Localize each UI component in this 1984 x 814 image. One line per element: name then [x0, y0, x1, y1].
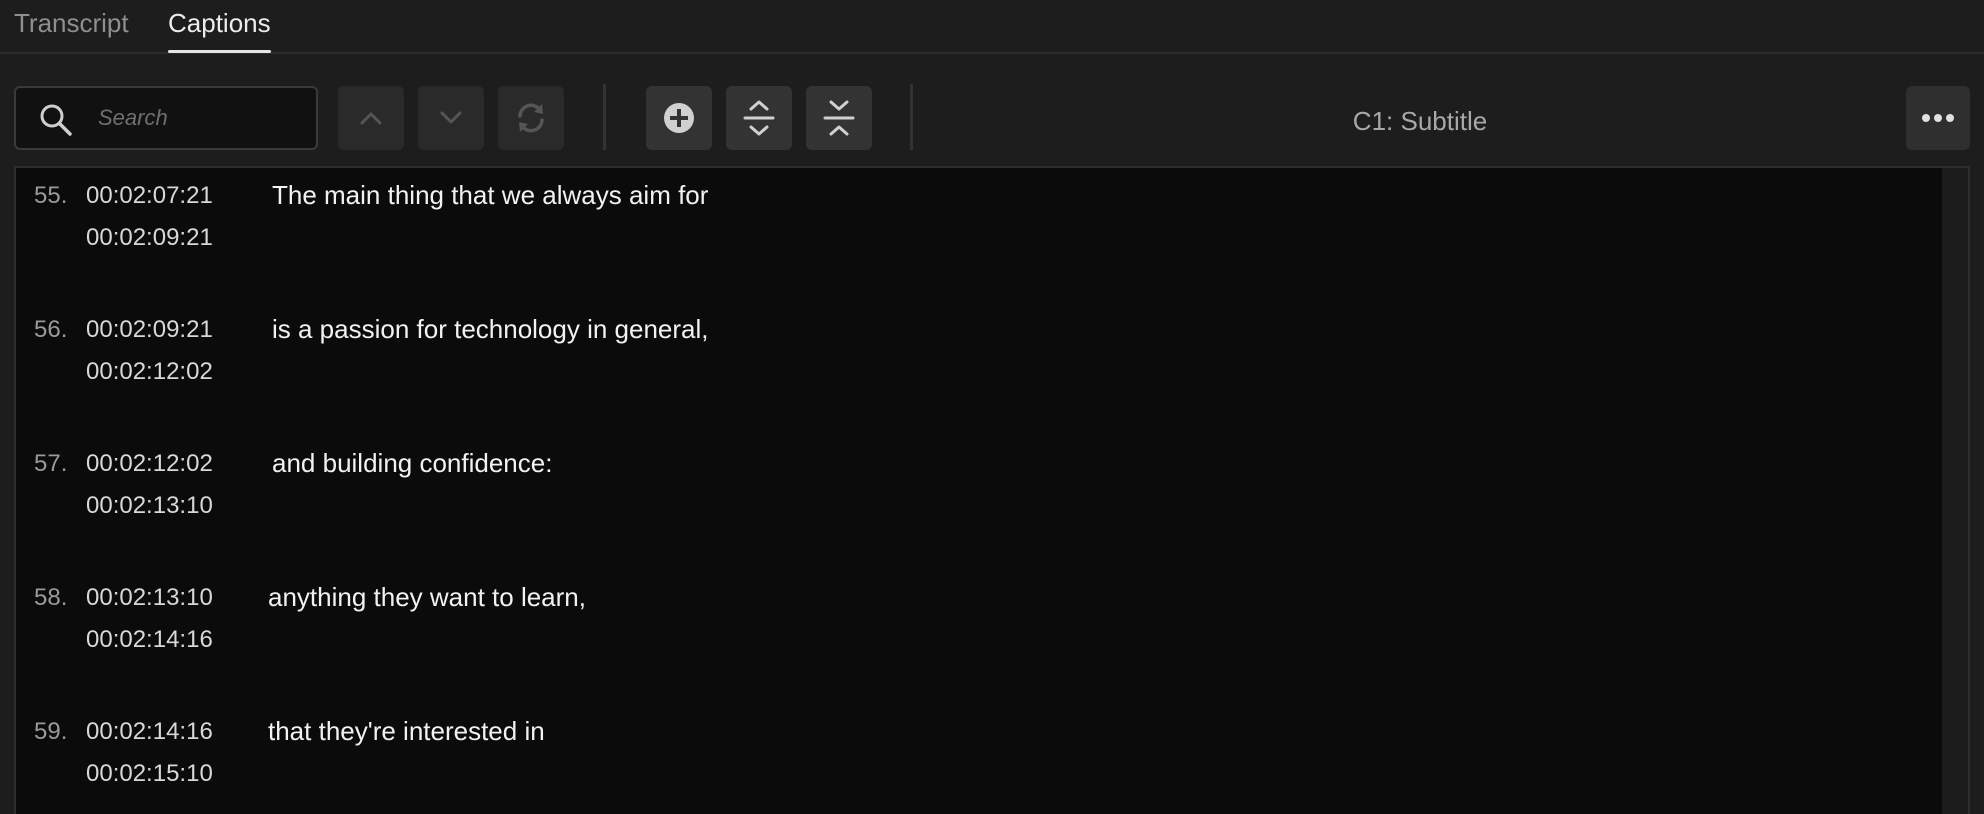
captions-toolbar: C1: Subtitle: [0, 54, 1984, 166]
add-caption-button[interactable]: [646, 86, 712, 150]
caption-out-time[interactable]: 00:02:14:16: [86, 626, 213, 654]
more-icon: [1922, 114, 1954, 122]
caption-in-time[interactable]: 00:02:09:21: [86, 316, 213, 344]
caption-row[interactable]: 55. 00:02:07:21 00:02:09:21 The main thi…: [16, 168, 1936, 302]
caption-number: 56.: [34, 316, 68, 343]
tab-captions[interactable]: Captions: [168, 8, 271, 53]
caption-row[interactable]: 59. 00:02:14:16 00:02:15:10 that they're…: [16, 704, 1936, 814]
caption-in-time[interactable]: 00:02:07:21: [86, 182, 213, 210]
tab-transcript[interactable]: Transcript: [14, 8, 129, 52]
next-result-button[interactable]: [418, 86, 484, 150]
vertical-scrollbar[interactable]: [1942, 168, 1968, 814]
caption-text[interactable]: and building confidence:: [272, 448, 552, 479]
caption-track-label: C1: Subtitle: [1352, 106, 1488, 136]
caption-number: 58.: [34, 584, 68, 611]
caption-row[interactable]: 56. 00:02:09:21 00:02:12:02 is a passion…: [16, 302, 1936, 436]
caption-row[interactable]: 57. 00:02:12:02 00:02:13:10 and building…: [16, 436, 1936, 570]
search-input[interactable]: [98, 98, 308, 138]
add-circle-icon: [664, 103, 694, 133]
refresh-icon: [518, 103, 544, 133]
caption-number: 55.: [34, 182, 68, 209]
caption-list: 55. 00:02:07:21 00:02:09:21 The main thi…: [14, 166, 1970, 814]
caption-number: 59.: [34, 718, 68, 745]
caption-out-time[interactable]: 00:02:09:21: [86, 224, 213, 252]
tab-bar: Transcript Captions: [0, 0, 1984, 54]
caption-number: 57.: [34, 450, 68, 477]
split-caption-button[interactable]: [726, 86, 792, 150]
chevron-up-icon: [360, 112, 382, 125]
search-icon: [40, 104, 72, 136]
merge-captions-button[interactable]: [806, 86, 872, 150]
caption-out-time[interactable]: 00:02:12:02: [86, 358, 213, 386]
caption-in-time[interactable]: 00:02:14:16: [86, 718, 213, 746]
search-box[interactable]: [14, 86, 318, 150]
caption-text[interactable]: that they're interested in: [268, 716, 545, 747]
caption-text[interactable]: anything they want to learn,: [268, 582, 586, 613]
toolbar-divider: [603, 84, 606, 150]
caption-out-time[interactable]: 00:02:13:10: [86, 492, 213, 520]
previous-result-button[interactable]: [338, 86, 404, 150]
chevron-down-icon: [440, 111, 462, 124]
toolbar-divider: [910, 84, 913, 150]
caption-in-time[interactable]: 00:02:13:10: [86, 584, 213, 612]
collapse-vertical-icon: [823, 100, 855, 136]
caption-text[interactable]: The main thing that we always aim for: [272, 180, 708, 211]
caption-out-time[interactable]: 00:02:15:10: [86, 760, 213, 788]
replace-button[interactable]: [498, 86, 564, 150]
expand-vertical-icon: [743, 100, 775, 136]
caption-row[interactable]: 58. 00:02:13:10 00:02:14:16 anything the…: [16, 570, 1936, 704]
more-options-button[interactable]: [1906, 86, 1970, 150]
caption-in-time[interactable]: 00:02:12:02: [86, 450, 213, 478]
caption-text[interactable]: is a passion for technology in general,: [272, 314, 709, 345]
